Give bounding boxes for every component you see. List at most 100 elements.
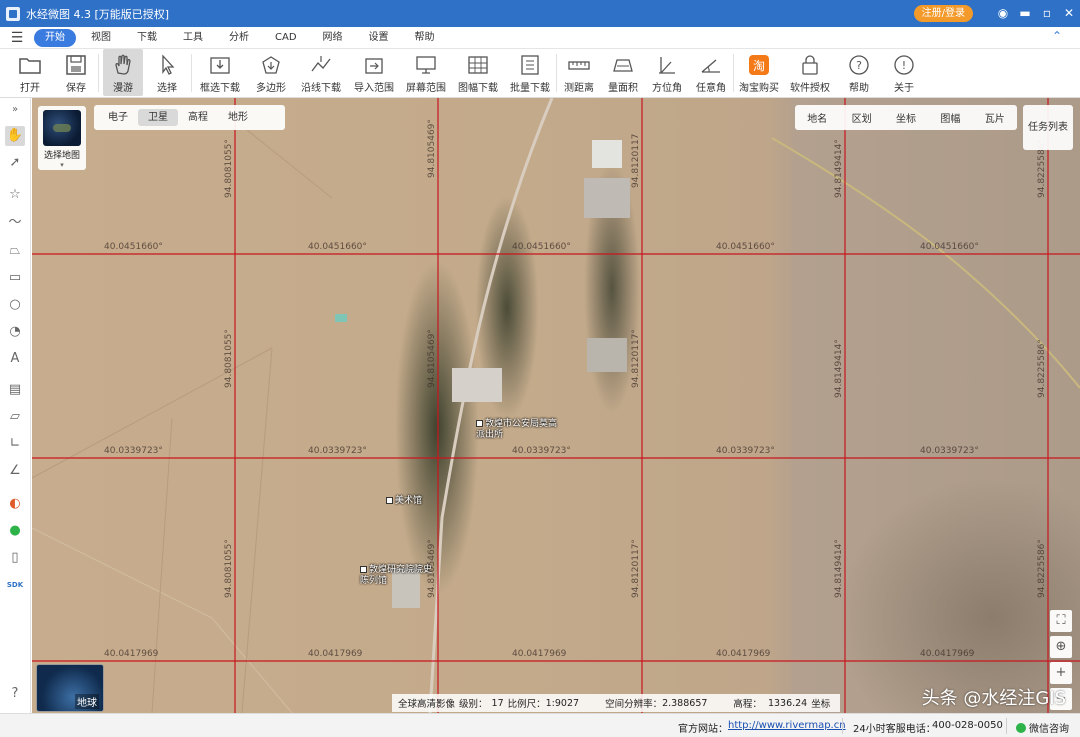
lat-label: 40.0417969 xyxy=(716,649,771,659)
about-button[interactable]: ! 关于 xyxy=(882,49,926,96)
close-icon[interactable]: ✕ xyxy=(1058,0,1080,27)
skin-icon[interactable]: ◉ xyxy=(992,0,1014,27)
toggle-coordinates[interactable]: 坐标 xyxy=(896,110,916,125)
tab-elevation[interactable]: 高程 xyxy=(178,109,218,126)
polyline-tool-icon[interactable]: 〜 xyxy=(5,213,25,233)
track xyxy=(231,117,333,199)
poi-pin-icon xyxy=(476,420,483,427)
area-icon xyxy=(613,59,633,72)
azimuth-button[interactable]: 方位角 xyxy=(645,49,689,96)
menu-analysis[interactable]: 分析 xyxy=(216,29,262,47)
batch-download-button[interactable]: 批量下载 xyxy=(504,49,556,96)
screen-range-button[interactable]: 屏幕范围 xyxy=(400,49,452,96)
save-label: 保存 xyxy=(66,83,86,94)
poi-label: 美术馆 xyxy=(395,496,423,506)
minimize-icon[interactable]: ▬ xyxy=(1014,0,1036,27)
save-button[interactable]: 保存 xyxy=(54,49,98,96)
toggle-place-names[interactable]: 地名 xyxy=(807,110,827,125)
text-tool-icon[interactable]: A xyxy=(5,349,25,369)
circle-tool-icon[interactable]: ○ xyxy=(5,295,25,315)
line-download-button[interactable]: 沿线下载 xyxy=(294,49,348,96)
green-link-icon[interactable]: ● xyxy=(5,521,25,541)
sdk-icon[interactable]: SDK xyxy=(5,575,25,595)
menu-cad[interactable]: CAD xyxy=(262,29,310,47)
fullscreen-icon[interactable]: ⛶ xyxy=(1050,610,1072,632)
lat-label: 40.0451660° xyxy=(104,242,163,252)
road xyxy=(771,137,1080,389)
select-button[interactable]: 选择 xyxy=(143,49,191,96)
polygon-tool-icon[interactable]: ⏢ xyxy=(5,241,25,261)
menu-start[interactable]: 开始 xyxy=(34,28,76,47)
zoom-in-button[interactable]: + xyxy=(1050,662,1072,684)
poi-art-museum[interactable]: 美术馆 xyxy=(386,496,422,507)
polygon-download-button[interactable]: 多边形 xyxy=(248,49,294,96)
pointer-tool-icon[interactable]: ➚ xyxy=(5,153,25,173)
lon-label: 94.8120117° xyxy=(631,329,641,388)
tab-electronic[interactable]: 电子 xyxy=(98,109,138,126)
track xyxy=(151,417,173,713)
toggle-boundaries[interactable]: 区划 xyxy=(852,110,872,125)
lat-label: 40.0339723° xyxy=(308,446,367,456)
menu-settings[interactable]: 设置 xyxy=(356,29,402,47)
import-range-label: 导入范围 xyxy=(354,83,394,94)
lon-label: 94.8225586° xyxy=(1037,339,1047,398)
map-selector[interactable]: 选择地图 ▾ xyxy=(38,106,86,170)
menu-network[interactable]: 网络 xyxy=(310,29,356,47)
measure-area-button[interactable]: 量面积 xyxy=(601,49,645,96)
hamburger-menu-icon[interactable]: ☰ xyxy=(0,30,34,46)
menu-download[interactable]: 下载 xyxy=(124,29,170,47)
expand-icon[interactable]: » xyxy=(5,100,25,120)
task-list-button[interactable]: 任务列表 xyxy=(1023,105,1073,150)
area-tool-icon[interactable]: ⏥ xyxy=(5,407,25,427)
lat-label: 40.0339723° xyxy=(104,446,163,456)
poi-police-station[interactable]: 敦煌市公安局莫高派出所 xyxy=(476,419,562,441)
wechat-consult-button[interactable]: 微信咨询 xyxy=(1016,720,1069,735)
angle-tool-icon[interactable]: ∠ xyxy=(5,461,25,481)
rectangle-tool-icon[interactable]: ▭ xyxy=(5,268,25,288)
box-download-button[interactable]: 框选下载 xyxy=(192,49,248,96)
tab-terrain[interactable]: 地形 xyxy=(218,109,258,126)
scale-value: 1:9027 xyxy=(545,697,580,709)
menu-tools[interactable]: 工具 xyxy=(170,29,216,47)
register-login-button[interactable]: 注册/登录 xyxy=(913,5,973,22)
file-icon[interactable]: ▯ xyxy=(5,548,25,568)
scale-label: 比例尺： xyxy=(507,699,546,710)
collapse-ribbon-icon[interactable]: ⌃ xyxy=(1052,29,1062,43)
any-angle-button[interactable]: 任意角 xyxy=(689,49,733,96)
locate-icon[interactable]: ⊕ xyxy=(1050,636,1072,658)
pan-button[interactable]: 漫游 xyxy=(103,49,143,96)
building xyxy=(587,338,627,372)
layer-color-icon[interactable]: ◐ xyxy=(5,494,25,514)
website-link[interactable]: http://www.rivermap.cn xyxy=(728,720,846,731)
map-view[interactable]: 40.0451660° 40.0451660° 40.0451660° 40.0… xyxy=(32,98,1080,713)
taobao-buy-button[interactable]: 淘 淘宝购买 xyxy=(734,49,784,96)
globe-toggle[interactable]: 地球 xyxy=(36,664,104,712)
menu-view[interactable]: 视图 xyxy=(78,29,124,47)
imagery-source: 全球高清影像 xyxy=(398,699,456,710)
lat-label: 40.0339723° xyxy=(716,446,775,456)
open-button[interactable]: 打开 xyxy=(6,49,54,96)
measure-distance-button[interactable]: 测距离 xyxy=(557,49,601,96)
hand-tool-icon[interactable]: ✋ xyxy=(5,126,25,146)
lat-label: 40.0417969 xyxy=(308,649,363,659)
ruler-tool-icon[interactable]: ▤ xyxy=(5,380,25,400)
import-range-button[interactable]: 导入范围 xyxy=(348,49,400,96)
menu-help[interactable]: 帮助 xyxy=(402,29,448,47)
help-button[interactable]: ? 帮助 xyxy=(836,49,882,96)
lat-label: 40.0451660° xyxy=(920,242,979,252)
toggle-sheets[interactable]: 图幅 xyxy=(940,110,960,125)
globe-label: 地球 xyxy=(75,694,99,709)
sheet-download-button[interactable]: 图幅下载 xyxy=(452,49,504,96)
window-title: 水经微图 4.3 [万能版已授权] xyxy=(26,7,170,21)
info-icon: ! xyxy=(894,55,914,75)
poi-research-museum[interactable]: 敦煌研究院院史陈列馆 xyxy=(360,565,432,587)
sector-tool-icon[interactable]: ◔ xyxy=(5,322,25,342)
toggle-tiles[interactable]: 瓦片 xyxy=(985,110,1005,125)
azimuth-tool-icon[interactable]: ∟ xyxy=(5,434,25,454)
maximize-icon[interactable]: ▫ xyxy=(1036,0,1058,27)
marker-tool-icon[interactable]: ☆ xyxy=(5,185,25,205)
help-circle-icon[interactable]: ? xyxy=(5,684,25,704)
tab-satellite[interactable]: 卫星 xyxy=(138,109,178,126)
software-license-button[interactable]: 软件授权 xyxy=(784,49,836,96)
overlay-toggles: 地名 区划 坐标 图幅 瓦片 xyxy=(795,105,1017,130)
